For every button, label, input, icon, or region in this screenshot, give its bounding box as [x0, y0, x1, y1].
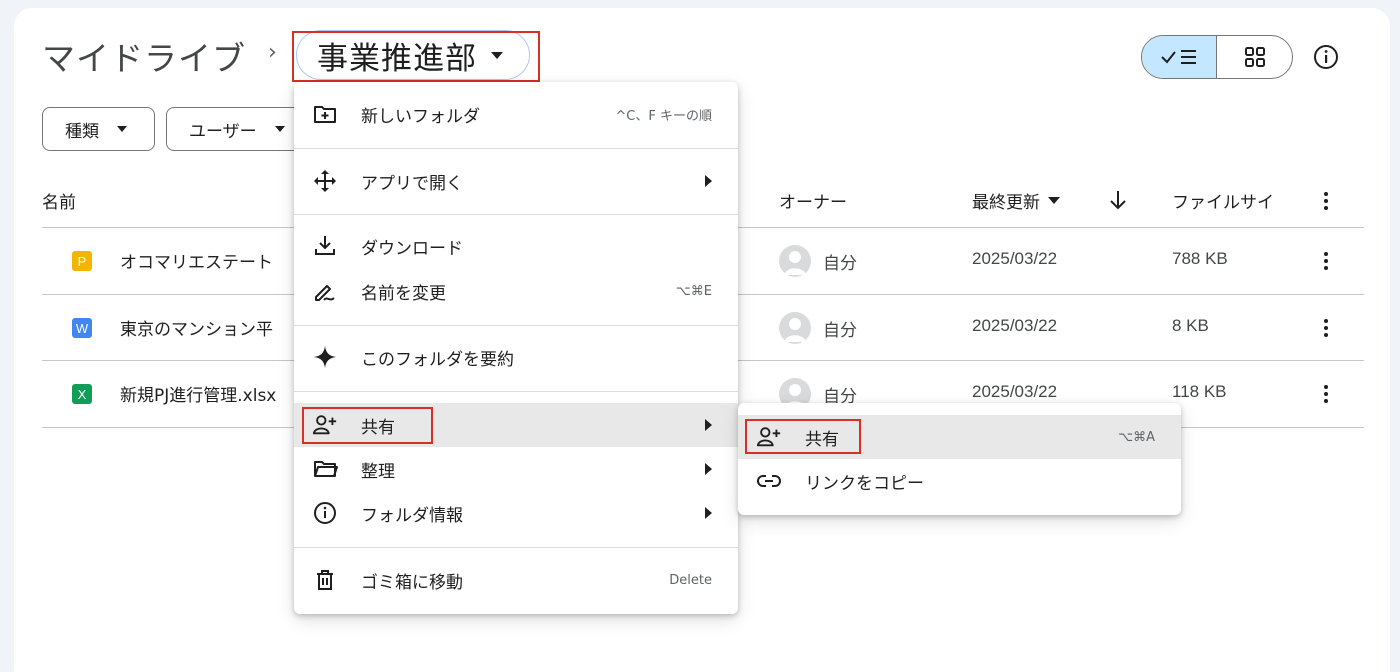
submenu-item-copy-link[interactable]: リンクをコピー [738, 459, 1181, 503]
menu-divider [294, 391, 738, 392]
chevron-down-icon [117, 126, 127, 132]
slides-file-icon: P [72, 251, 92, 271]
sort-direction-button[interactable] [1108, 189, 1128, 215]
menu-item-shortcut: ⌥⌘A [1118, 429, 1155, 445]
file-size: 8 KB [1172, 316, 1209, 335]
details-button[interactable] [1312, 43, 1340, 71]
menu-item-shortcut: ^C、F キーの順 [615, 108, 712, 124]
modified-date: 2025/03/22 [972, 382, 1058, 401]
arrow-down-icon [1110, 191, 1126, 210]
menu-item-summarize[interactable]: このフォルダを要約 [294, 335, 738, 379]
menu-divider [294, 214, 738, 215]
open-with-icon [312, 168, 338, 194]
sheets-file-icon: X [72, 384, 92, 404]
menu-item-label: 整理 [361, 461, 395, 482]
info-icon [1314, 45, 1338, 69]
filter-user-label: ユーザー [189, 121, 257, 142]
check-list-icon [1161, 50, 1196, 64]
chevron-right-icon [705, 175, 712, 187]
column-header-modified-label: 最終更新 [972, 193, 1040, 213]
column-header-size[interactable]: ファイルサイ [1172, 188, 1274, 213]
organize-folder-icon [312, 456, 338, 482]
info-icon [312, 500, 338, 526]
menu-divider [294, 148, 738, 149]
trash-icon [312, 567, 338, 593]
column-header-name[interactable]: 名前 [42, 188, 76, 213]
menu-divider [294, 325, 738, 326]
file-name: 新規PJ進行管理.xlsx [120, 386, 277, 406]
menu-item-label: 新しいフォルダ [361, 106, 480, 127]
menu-item-folder-info[interactable]: フォルダ情報 [294, 491, 738, 535]
owner: 自分 [823, 321, 857, 341]
grid-icon [1244, 47, 1265, 67]
column-header-owner[interactable]: オーナー [779, 188, 847, 213]
highlight-box-folder [292, 31, 540, 82]
owner: 自分 [823, 254, 857, 274]
rename-icon [312, 278, 338, 304]
menu-item-rename[interactable]: 名前を変更 ⌥⌘E [294, 269, 738, 313]
menu-item-label: フォルダ情報 [361, 505, 463, 526]
download-icon [312, 233, 338, 259]
menu-item-label: リンクをコピー [805, 473, 924, 494]
file-name: 東京のマンション平 [120, 320, 273, 340]
menu-item-new-folder[interactable]: 新しいフォルダ ^C、F キーの順 [294, 92, 738, 136]
highlight-box-share [302, 407, 433, 444]
chevron-right-icon [705, 507, 712, 519]
view-toggle[interactable] [1141, 35, 1293, 79]
more-actions-icon[interactable] [1316, 249, 1336, 273]
file-name: オコマリエステート [120, 253, 273, 273]
breadcrumb-separator-icon: › [268, 40, 277, 65]
sparkle-icon [312, 344, 338, 370]
menu-item-shortcut: Delete [669, 572, 712, 588]
file-size: 788 KB [1172, 249, 1228, 268]
menu-item-label: ダウンロード [361, 238, 463, 259]
modified-date: 2025/03/22 [972, 316, 1058, 335]
docs-file-icon: W [72, 318, 92, 338]
menu-item-label: ゴミ箱に移動 [361, 572, 463, 593]
folder-context-menu: 新しいフォルダ ^C、F キーの順 アプリで開く ダウンロード 名前を変更 ⌥⌘… [294, 82, 738, 614]
grid-view-button[interactable] [1217, 36, 1292, 78]
link-icon [756, 468, 782, 494]
column-options-icon[interactable] [1316, 189, 1336, 213]
menu-item-shortcut: ⌥⌘E [675, 283, 712, 299]
chevron-down-icon [274, 126, 285, 132]
menu-item-label: アプリで開く [361, 173, 463, 194]
avatar [779, 245, 811, 277]
file-size: 118 KB [1172, 382, 1227, 401]
menu-item-open-with[interactable]: アプリで開く [294, 159, 738, 203]
menu-item-label: このフォルダを要約 [361, 349, 514, 370]
chevron-right-icon [705, 419, 712, 431]
column-header-modified[interactable]: 最終更新 [972, 188, 1060, 213]
menu-item-trash[interactable]: ゴミ箱に移動 Delete [294, 558, 738, 602]
highlight-box-share-submenu [745, 419, 861, 454]
modified-date: 2025/03/22 [972, 249, 1058, 268]
filter-type-label: 種類 [65, 121, 99, 142]
chevron-right-icon [705, 463, 712, 475]
menu-item-organize[interactable]: 整理 [294, 447, 738, 491]
filter-user[interactable]: ユーザー [166, 107, 306, 151]
chevron-down-icon [1048, 197, 1060, 204]
menu-divider [294, 547, 738, 548]
list-view-button[interactable] [1142, 36, 1217, 78]
breadcrumb-my-drive[interactable]: マイドライブ [42, 32, 246, 80]
new-folder-icon [312, 101, 338, 127]
avatar [779, 312, 811, 344]
menu-item-download[interactable]: ダウンロード [294, 224, 738, 268]
more-actions-icon[interactable] [1316, 382, 1336, 406]
menu-item-label: 名前を変更 [361, 283, 446, 304]
filter-type[interactable]: 種類 [42, 107, 155, 151]
more-actions-icon[interactable] [1316, 316, 1336, 340]
